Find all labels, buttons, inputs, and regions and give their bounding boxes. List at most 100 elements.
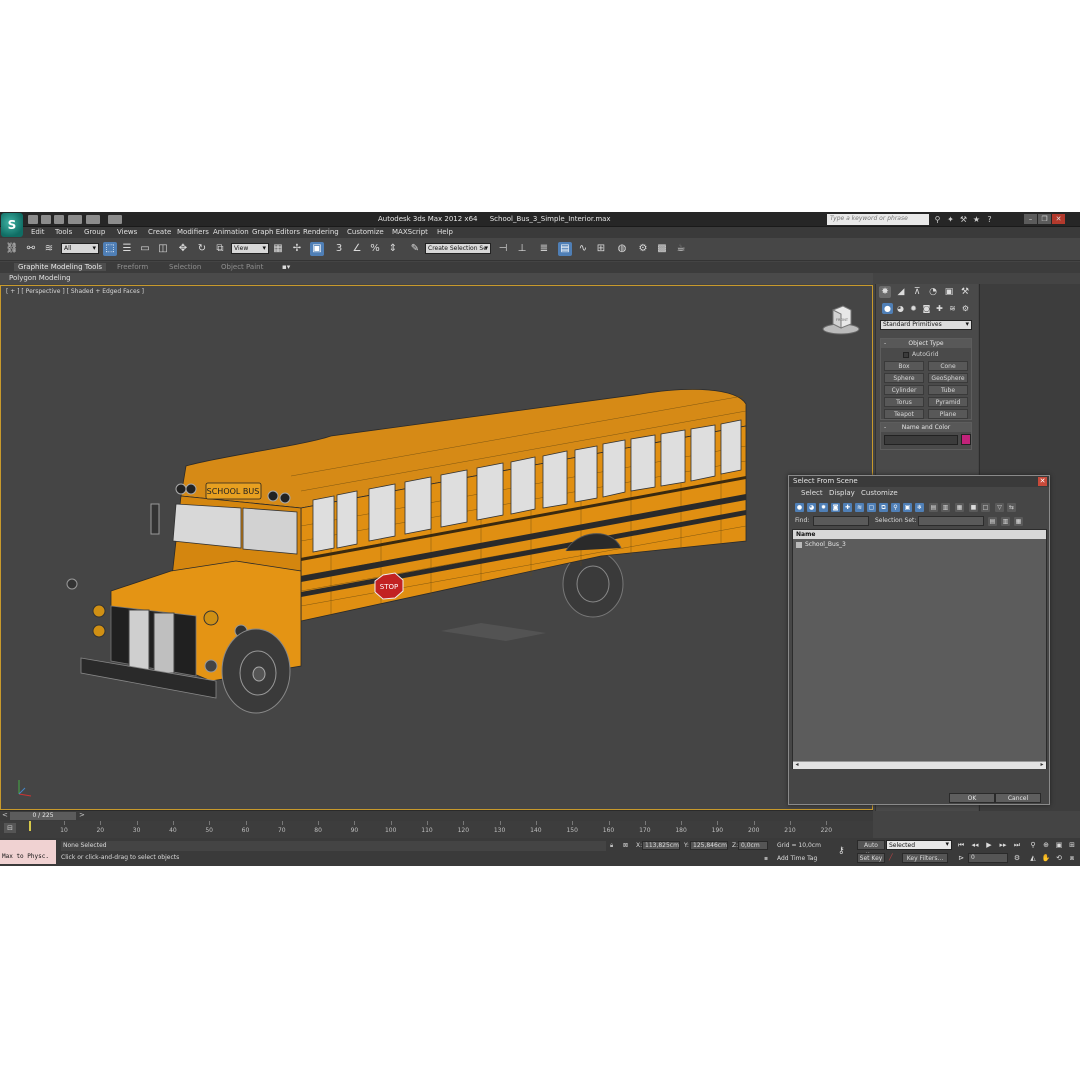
scale-icon[interactable]: ⧉: [213, 242, 227, 256]
angle-snap-icon[interactable]: ∠: [350, 242, 364, 256]
object-name-field[interactable]: [884, 435, 958, 445]
zoom-extents-icon[interactable]: ▣: [1054, 840, 1064, 850]
spinner-snap-icon[interactable]: ⇕: [386, 242, 400, 256]
play-icon[interactable]: ▶: [984, 840, 994, 850]
key-mode-dropdown[interactable]: Selected: [886, 840, 952, 850]
modify-tab-icon[interactable]: ◢: [895, 286, 907, 298]
selection-set-remove-icon[interactable]: ▦: [1014, 517, 1023, 526]
viewcube-icon[interactable]: FRONT: [821, 302, 861, 336]
sphere-button[interactable]: Sphere: [884, 373, 924, 383]
menu-help[interactable]: Help: [437, 228, 453, 236]
render-production-icon[interactable]: ☕: [674, 242, 688, 256]
track-bar[interactable]: ⊟ 10 20 30 40 50 60 70 80 90 100 110 120 130 140 150 16…: [0, 821, 873, 838]
time-next-icon[interactable]: >: [79, 811, 85, 819]
menu-animation[interactable]: Animation: [213, 228, 249, 236]
display-space-warps-icon[interactable]: ≋: [855, 503, 864, 512]
geosphere-button[interactable]: GeoSphere: [928, 373, 968, 383]
lights-icon[interactable]: ✹: [908, 303, 919, 314]
binoculars-icon[interactable]: ⚲: [933, 215, 942, 224]
dialog-menu-select[interactable]: Select: [801, 489, 823, 497]
material-editor-icon[interactable]: ◍: [615, 242, 629, 256]
zoom-icon[interactable]: ⚲: [1028, 840, 1038, 850]
snaps-toggle-icon[interactable]: 3: [332, 242, 346, 256]
display-groups-icon[interactable]: ▢: [867, 503, 876, 512]
display-helpers-icon[interactable]: ✚: [843, 503, 852, 512]
communication-icon[interactable]: ⚒: [959, 215, 968, 224]
window-crossing-icon[interactable]: ◫: [156, 242, 170, 256]
scroll-left-icon[interactable]: ◂: [793, 761, 801, 769]
help-icon[interactable]: ?: [985, 215, 994, 224]
ribbon-options-icon[interactable]: ▪▾: [278, 263, 294, 271]
primitive-type-dropdown[interactable]: Standard Primitives: [880, 320, 972, 330]
current-frame-field[interactable]: 0: [968, 853, 1008, 863]
bind-space-warp-icon[interactable]: ≋: [42, 242, 56, 256]
set-key-button[interactable]: Set Key: [857, 853, 885, 863]
close-icon[interactable]: ✕: [1052, 214, 1065, 224]
name-column-header[interactable]: Name: [793, 530, 1046, 539]
undo-icon[interactable]: [68, 215, 82, 224]
cancel-button[interactable]: Cancel: [995, 793, 1041, 803]
minimize-icon[interactable]: –: [1024, 214, 1037, 224]
pivot-center-icon[interactable]: ▦: [271, 242, 285, 256]
redo-icon[interactable]: [86, 215, 100, 224]
tube-button[interactable]: Tube: [928, 385, 968, 395]
display-bones-icon[interactable]: ⚲: [891, 503, 900, 512]
list-item[interactable]: School_Bus_3: [796, 541, 846, 548]
pan-icon[interactable]: ✋: [1041, 853, 1051, 863]
display-xrefs-icon[interactable]: ⧉: [879, 503, 888, 512]
display-frozen-icon[interactable]: ❄: [915, 503, 924, 512]
display-none-icon[interactable]: ▥: [941, 503, 950, 512]
time-tag-icon[interactable]: ▪: [764, 855, 768, 862]
add-time-tag[interactable]: Add Time Tag: [777, 855, 817, 862]
open-file-icon[interactable]: [41, 215, 51, 224]
key-filters-button[interactable]: Key Filters...: [902, 853, 948, 863]
restore-icon[interactable]: ❐: [1038, 214, 1051, 224]
display-geometry-icon[interactable]: ●: [795, 503, 804, 512]
key-tangent-icon[interactable]: ╱: [889, 854, 893, 861]
mini-curve-editor-icon[interactable]: ⊟: [4, 823, 16, 833]
lock-selection-icon[interactable]: 🔒︎: [610, 842, 613, 850]
new-file-icon[interactable]: [28, 215, 38, 224]
display-cameras-icon[interactable]: ◙: [831, 503, 840, 512]
select-manipulate-icon[interactable]: ✢: [290, 242, 304, 256]
tab-graphite-modeling-tools[interactable]: Graphite Modeling Tools: [14, 263, 107, 271]
go-to-end-icon[interactable]: ⏭: [1012, 840, 1022, 850]
helpers-icon[interactable]: ✚: [934, 303, 945, 314]
time-configuration-icon[interactable]: ⚙: [1012, 853, 1022, 863]
unlink-icon[interactable]: ⚯: [24, 242, 38, 256]
render-setup-icon[interactable]: ⚙: [636, 242, 650, 256]
cylinder-button[interactable]: Cylinder: [884, 385, 924, 395]
mirror-icon[interactable]: ⊣: [496, 242, 510, 256]
menu-create[interactable]: Create: [148, 228, 171, 236]
move-icon[interactable]: ✥: [176, 242, 190, 256]
x-coordinate-field[interactable]: 113,825cm: [642, 841, 680, 850]
shapes-icon[interactable]: ◕: [895, 303, 906, 314]
go-to-start-icon[interactable]: ⏮: [956, 840, 966, 850]
field-of-view-icon[interactable]: ◭: [1028, 853, 1038, 863]
teapot-button[interactable]: Teapot: [884, 409, 924, 419]
scroll-right-icon[interactable]: ▸: [1038, 761, 1046, 769]
hierarchy-tab-icon[interactable]: ⊼: [911, 286, 923, 298]
name-and-color-title[interactable]: Name and Color: [881, 423, 971, 432]
maxscript-listener[interactable]: Max to Physc.: [0, 840, 56, 864]
subscription-icon[interactable]: ✦: [946, 215, 955, 224]
menu-edit[interactable]: Edit: [31, 228, 45, 236]
object-type-title[interactable]: Object Type: [881, 339, 971, 348]
sync-selection-icon[interactable]: ⇆: [1007, 503, 1016, 512]
favorites-icon[interactable]: ★: [972, 215, 981, 224]
project-folder-icon[interactable]: [108, 215, 122, 224]
object-color-swatch[interactable]: [961, 434, 971, 445]
zoom-all-icon[interactable]: ⊕: [1041, 840, 1051, 850]
autogrid-checkbox[interactable]: AutoGrid: [903, 351, 939, 358]
menu-rendering[interactable]: Rendering: [303, 228, 339, 236]
tab-selection[interactable]: Selection: [165, 263, 205, 271]
school-bus-model[interactable]: SCHOOL BUS STOP: [1, 286, 873, 810]
zoom-extents-all-icon[interactable]: ⊞: [1067, 840, 1077, 850]
ok-button[interactable]: OK: [949, 793, 995, 803]
search-input[interactable]: Type a keyword or phrase: [827, 214, 929, 225]
curve-editor-icon[interactable]: ∿: [576, 242, 590, 256]
schematic-view-icon[interactable]: ⊞: [594, 242, 608, 256]
maximize-viewport-icon[interactable]: ⧈: [1067, 853, 1077, 863]
find-input[interactable]: [813, 516, 869, 526]
select-all-icon[interactable]: ■: [969, 503, 978, 512]
